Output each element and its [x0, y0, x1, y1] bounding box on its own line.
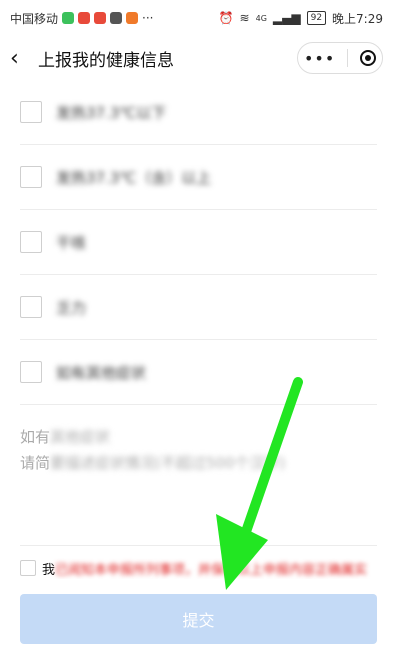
- option-checkbox[interactable]: [20, 231, 42, 253]
- back-arrow-icon[interactable]: ‹: [10, 46, 38, 71]
- option-checkbox[interactable]: [20, 361, 42, 383]
- option-row[interactable]: 发热37.3℃以下: [20, 80, 377, 145]
- agreement-row[interactable]: 我 已阅知本申报所列事项，并保证以上申报内容正确属实: [20, 557, 377, 579]
- app-notification-icon: [110, 12, 123, 24]
- remark-textarea[interactable]: 如有其他症状 请简要描述症状情况(不超过500个汉字): [20, 424, 377, 476]
- signal-icon: ▂▄▆: [272, 11, 301, 25]
- capsule-divider: [347, 49, 349, 67]
- option-label: 发热37.3℃（含）以上: [56, 168, 212, 187]
- remark-placeholder-blurred: 要描述症状情况(不超过500个汉字): [50, 454, 286, 472]
- app-notification-icon: [62, 12, 75, 24]
- wifi-icon: ≋: [239, 11, 250, 25]
- agreement-checkbox[interactable]: [20, 560, 36, 576]
- remark-placeholder-line: 请简要描述症状情况(不超过500个汉字): [20, 450, 377, 476]
- arrow-shaft: [227, 377, 303, 577]
- symptom-options: 发热37.3℃以下 发热37.3℃（含）以上 干咳 乏力 如有其他症状: [20, 80, 377, 405]
- app-notification-icon: [78, 12, 91, 24]
- option-checkbox[interactable]: [20, 166, 42, 188]
- option-checkbox[interactable]: [20, 101, 42, 123]
- app-notification-icon: [94, 12, 107, 24]
- option-label: 乏力: [56, 298, 87, 317]
- remark-placeholder-text: 如有: [20, 428, 51, 446]
- more-notifications-icon: ···: [142, 11, 154, 25]
- status-left: 中国移动 ···: [10, 10, 153, 27]
- remark-placeholder-blurred: 其他症状: [50, 428, 111, 446]
- mini-program-capsule: •••: [297, 42, 383, 74]
- remark-placeholder-text: 请简: [20, 454, 51, 472]
- page-title: 上报我的健康信息: [38, 50, 174, 71]
- option-label: 干咳: [56, 233, 87, 252]
- submit-button[interactable]: 提交: [20, 594, 377, 644]
- remark-placeholder-line: 如有其他症状: [20, 424, 377, 450]
- divider: [20, 545, 377, 546]
- target-icon[interactable]: [360, 50, 377, 66]
- option-label: 如有其他症状: [56, 363, 147, 382]
- status-bar: 中国移动 ··· ⏰ ≋ 4G ▂▄▆ 92 晚上7:29: [0, 0, 393, 36]
- navigation-bar: ‹ 上报我的健康信息 •••: [0, 36, 393, 80]
- agreement-prefix: 我: [42, 562, 56, 578]
- option-row[interactable]: 乏力: [20, 275, 377, 340]
- network-label: 4G: [255, 13, 267, 23]
- agreement-text: 已阅知本申报所列事项，并保证以上申报内容正确属实: [55, 562, 368, 578]
- app-notification-icon: [126, 12, 139, 24]
- clock: 晚上7:29: [332, 11, 383, 26]
- ellipsis-icon[interactable]: •••: [304, 49, 335, 68]
- option-label: 发热37.3℃以下: [56, 103, 167, 122]
- option-row[interactable]: 干咳: [20, 210, 377, 275]
- option-row[interactable]: 发热37.3℃（含）以上: [20, 145, 377, 210]
- status-right: ⏰ ≋ 4G ▂▄▆ 92 晚上7:29: [219, 10, 383, 27]
- alarm-icon: ⏰: [218, 11, 234, 25]
- battery-icon: 92: [306, 11, 327, 25]
- option-checkbox[interactable]: [20, 296, 42, 318]
- carrier-label: 中国移动: [10, 11, 59, 26]
- option-row[interactable]: 如有其他症状: [20, 340, 377, 405]
